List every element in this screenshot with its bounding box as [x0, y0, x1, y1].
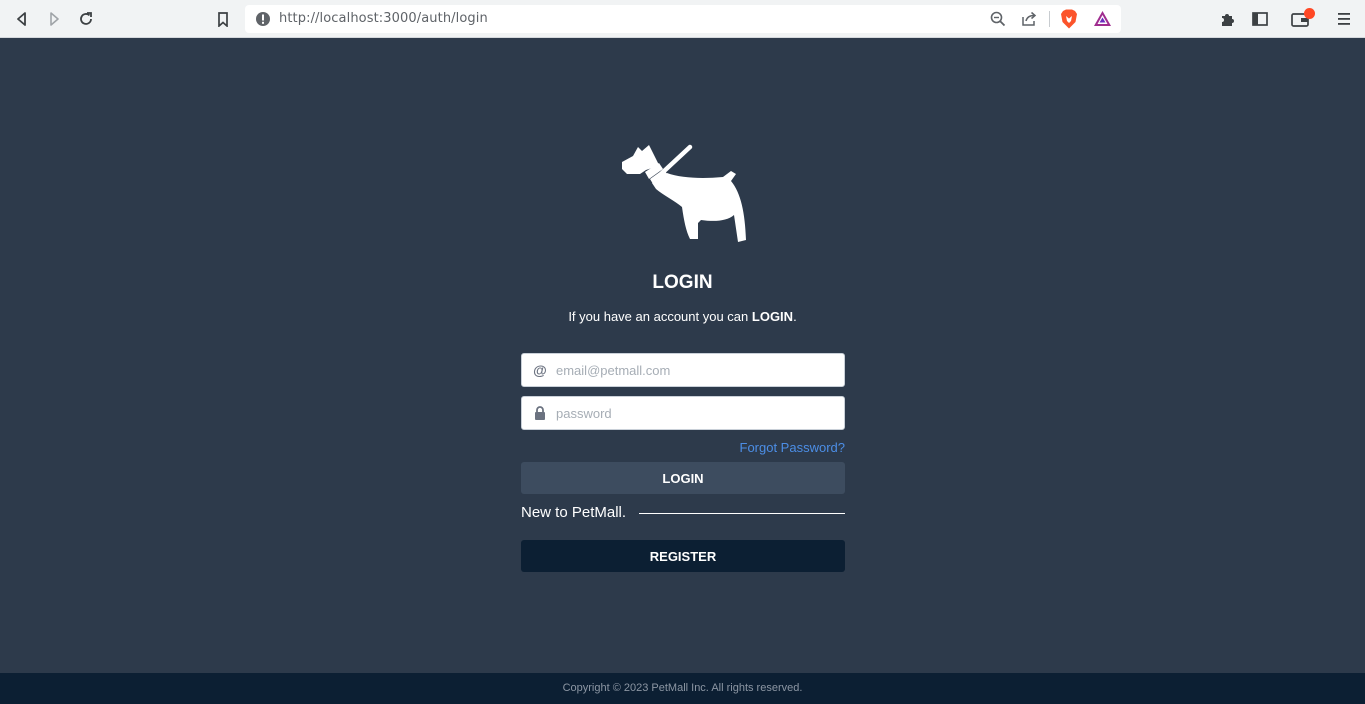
back-icon[interactable]	[12, 9, 32, 29]
sidebar-icon[interactable]	[1250, 9, 1270, 29]
subtitle-period: .	[793, 309, 797, 324]
site-info-icon[interactable]	[255, 11, 271, 27]
extensions-icon[interactable]	[1218, 9, 1238, 29]
footer: Copyright © 2023 PetMall Inc. All rights…	[0, 673, 1365, 704]
register-button[interactable]: REGISTER	[521, 540, 845, 572]
lock-icon	[532, 405, 548, 421]
divider-line	[639, 513, 845, 514]
email-field[interactable]: @	[521, 353, 845, 387]
subtitle-text: If you have an account you can	[568, 309, 752, 324]
copyright-text: Copyright © 2023 PetMall Inc. All rights…	[562, 682, 803, 694]
brave-shield-icon[interactable]	[1060, 9, 1078, 29]
new-to-petmall-text: New to PetMall.	[521, 504, 627, 521]
forgot-password-link[interactable]: Forgot Password?	[700, 440, 846, 455]
at-icon: @	[533, 362, 547, 378]
forward-icon[interactable]	[44, 9, 64, 29]
url-text[interactable]: http://localhost:3000/auth/login	[279, 11, 488, 26]
browser-toolbar: http://localhost:3000/auth/login	[0, 0, 1365, 38]
menu-icon[interactable]	[1334, 9, 1354, 29]
subtitle-login-emphasis: LOGIN	[751, 309, 794, 324]
page-title: LOGIN	[652, 272, 713, 293]
password-input[interactable]	[556, 397, 842, 429]
reload-icon[interactable]	[76, 9, 96, 29]
dog-logo-icon	[619, 143, 747, 243]
subtitle: If you have an account you can LOGIN.	[0, 309, 1365, 324]
zoom-icon[interactable]	[990, 11, 1006, 27]
email-input[interactable]	[556, 354, 842, 386]
toolbar-divider	[1049, 11, 1050, 27]
notification-badge	[1304, 8, 1315, 19]
bookmark-icon[interactable]	[213, 9, 233, 29]
share-icon[interactable]	[1021, 11, 1038, 27]
login-button[interactable]: LOGIN	[521, 462, 845, 494]
address-bar[interactable]: http://localhost:3000/auth/login	[245, 5, 1121, 33]
password-field[interactable]	[521, 396, 845, 430]
brave-rewards-icon[interactable]	[1093, 10, 1112, 27]
